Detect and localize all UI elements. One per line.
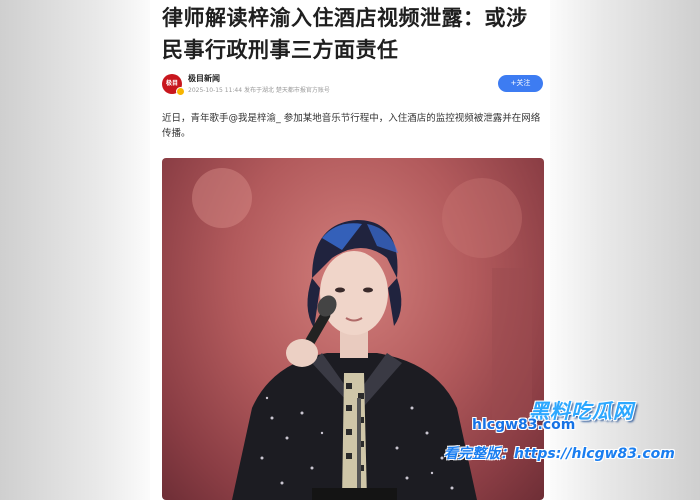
watermark-url: hlcgw83.com	[472, 417, 576, 433]
follow-button[interactable]: +关注	[498, 75, 543, 92]
publish-meta: 2025-10-15 11:44 发布于湖北 楚天都市报官方账号	[188, 87, 330, 94]
site-watermark: 黑料吃瓜网 hlcgw83.com 看完整版：https://hlcgw83.c…	[444, 395, 694, 475]
watermark-full-link[interactable]: 看完整版：https://hlcgw83.com	[444, 443, 675, 463]
article-lead: 近日，青年歌手@我是梓渝_ 参加某地音乐节行程中，入住酒店的监控视频被泄露并在网…	[162, 113, 541, 139]
avatar-text: 极目	[165, 80, 178, 87]
author-row: 极目 极目新闻 2025-10-15 11:44 发布于湖北 楚天都市报官方账号…	[162, 72, 546, 98]
article-title: 律师解读梓渝入住酒店视频泄露：或涉民事行政刑事三方面责任	[162, 6, 528, 62]
author-name[interactable]: 极目新闻	[188, 73, 220, 84]
verified-badge-icon	[176, 87, 185, 96]
